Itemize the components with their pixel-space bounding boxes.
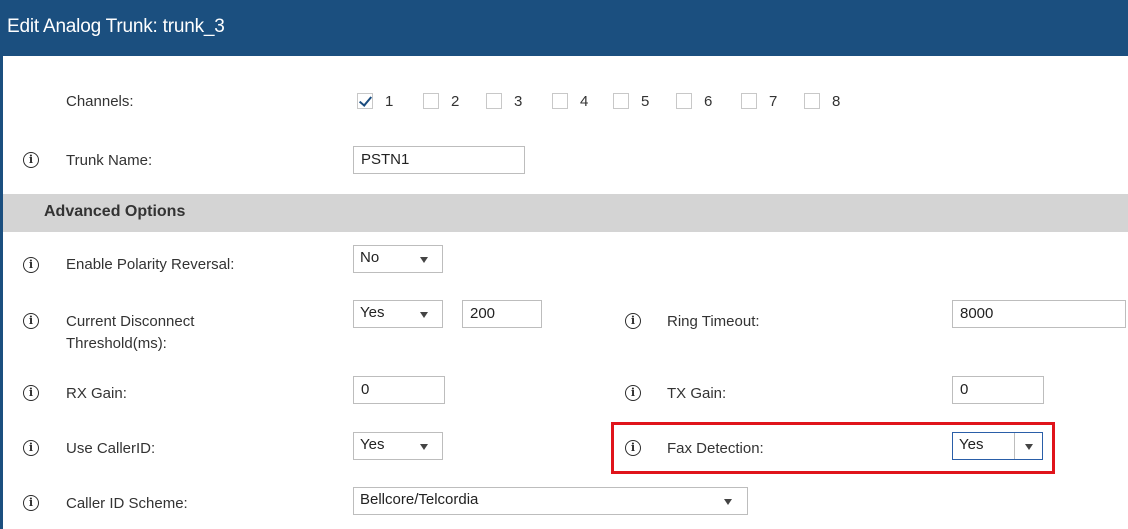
tx-gain-input[interactable]: 0 (952, 376, 1044, 404)
info-icon[interactable]: i (23, 385, 39, 401)
disconnect-threshold-select[interactable]: Yes (353, 300, 443, 328)
use-callerid-value: Yes (360, 436, 385, 453)
channel-5-checkbox[interactable] (613, 93, 629, 109)
channel-2-checkbox[interactable] (423, 93, 439, 109)
polarity-reversal-label: Enable Polarity Reversal: (66, 256, 235, 273)
caller-id-scheme-label: Caller ID Scheme: (66, 495, 188, 512)
polarity-reversal-select[interactable]: No (353, 245, 443, 273)
channel-4-checkbox[interactable] (552, 93, 568, 109)
channels-label: Channels: (66, 93, 134, 110)
info-icon[interactable]: i (23, 495, 39, 511)
disconnect-threshold-label-line2: Threshold(ms): (66, 335, 167, 352)
dropdown-separator (1014, 433, 1015, 459)
channel-6-checkbox[interactable] (676, 93, 692, 109)
channel-1-checkbox[interactable] (357, 93, 373, 109)
ring-timeout-label: Ring Timeout: (667, 313, 760, 330)
fax-detection-label: Fax Detection: (667, 440, 764, 457)
channel-5-label: 5 (641, 93, 650, 110)
channel-7-checkbox[interactable] (741, 93, 757, 109)
advanced-options-header: Advanced Options (3, 194, 1128, 232)
disconnect-threshold-input[interactable]: 200 (462, 300, 542, 328)
dialog-title: Edit Analog Trunk: trunk_3 (7, 16, 225, 37)
channel-1-label: 1 (385, 93, 394, 110)
info-icon[interactable]: i (23, 440, 39, 456)
info-icon[interactable]: i (23, 257, 39, 273)
fax-detection-value: Yes (959, 436, 984, 453)
trunk-name-input[interactable]: PSTN1 (353, 146, 525, 174)
polarity-reversal-value: No (360, 249, 380, 266)
channel-8-label: 8 (832, 93, 841, 110)
channel-3-label: 3 (514, 93, 523, 110)
info-icon[interactable]: i (23, 313, 39, 329)
ring-timeout-input[interactable]: 8000 (952, 300, 1126, 328)
channel-3-checkbox[interactable] (486, 93, 502, 109)
fax-detection-select[interactable]: Yes (952, 432, 1043, 460)
chevron-down-icon (420, 444, 428, 450)
chevron-down-icon (724, 499, 732, 505)
rx-gain-label: RX Gain: (66, 385, 127, 402)
channel-2-label: 2 (451, 93, 460, 110)
channel-7-label: 7 (769, 93, 778, 110)
channel-4-label: 4 (580, 93, 589, 110)
channel-6-label: 6 (704, 93, 713, 110)
chevron-down-icon (1025, 444, 1033, 450)
use-callerid-label: Use CallerID: (66, 440, 156, 457)
advanced-options-title: Advanced Options (44, 203, 186, 220)
use-callerid-select[interactable]: Yes (353, 432, 443, 460)
info-icon[interactable]: i (625, 385, 641, 401)
disconnect-threshold-label-line1: Current Disconnect (66, 313, 195, 330)
chevron-down-icon (420, 257, 428, 263)
disconnect-threshold-select-value: Yes (360, 304, 385, 321)
dialog-left-border (0, 56, 3, 529)
tx-gain-label: TX Gain: (667, 385, 727, 402)
info-icon[interactable]: i (625, 313, 641, 329)
trunk-name-label: Trunk Name: (66, 152, 153, 169)
channel-8-checkbox[interactable] (804, 93, 820, 109)
rx-gain-input[interactable]: 0 (353, 376, 445, 404)
dialog-title-bar: Edit Analog Trunk: trunk_3 (0, 0, 1128, 56)
info-icon[interactable]: i (625, 440, 641, 456)
caller-id-scheme-value: Bellcore/Telcordia (360, 491, 479, 508)
caller-id-scheme-select[interactable]: Bellcore/Telcordia (353, 487, 748, 515)
info-icon[interactable]: i (23, 152, 39, 168)
chevron-down-icon (420, 312, 428, 318)
